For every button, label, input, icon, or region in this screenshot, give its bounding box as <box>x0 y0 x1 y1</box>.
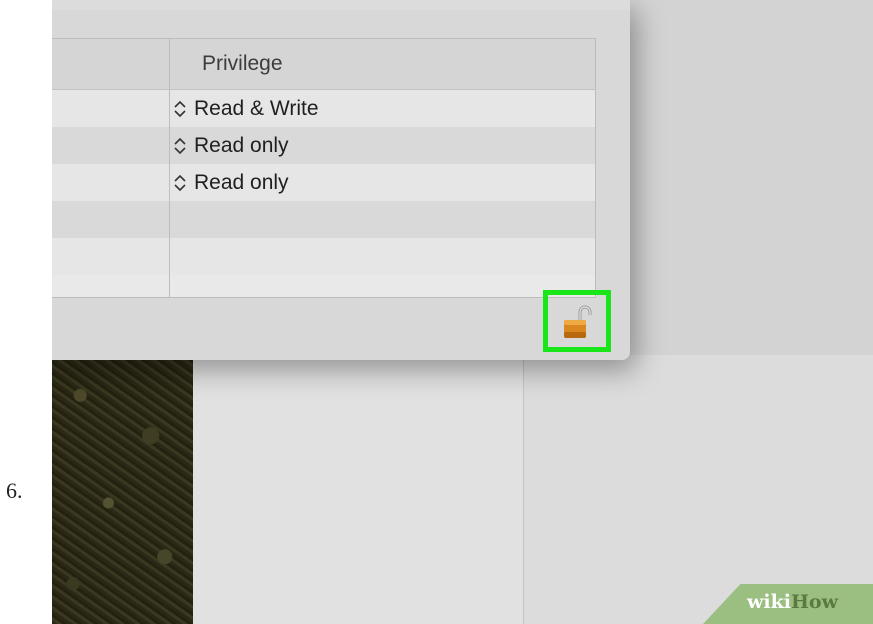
privilege-cell[interactable]: Read only <box>172 132 289 160</box>
finder-window-pane <box>193 355 523 624</box>
table-row[interactable]: Read & Write <box>52 90 595 127</box>
table-row <box>52 238 595 275</box>
privilege-cell[interactable]: Read only <box>172 169 289 197</box>
dialog-topbar <box>52 0 630 10</box>
up-down-chevron-icon[interactable] <box>172 99 188 119</box>
up-down-chevron-icon[interactable] <box>172 173 188 193</box>
privilege-value: Read & Write <box>194 97 319 120</box>
table-row[interactable]: Read only <box>52 164 595 201</box>
wikihow-logo-how: How <box>790 591 838 613</box>
sharing-permissions-table: Privilege Read & Write Read only Read on… <box>52 38 596 298</box>
table-header: Privilege <box>52 39 595 90</box>
screenshot: Privilege Read & Write Read only Read on… <box>52 0 873 624</box>
get-info-dialog: Privilege Read & Write Read only Read on… <box>52 0 630 360</box>
wikihow-logo-text: wikiHow <box>747 591 838 613</box>
up-down-chevron-icon[interactable] <box>172 136 188 156</box>
table-row[interactable]: Read only <box>52 127 595 164</box>
table-row <box>52 201 595 238</box>
privilege-column-header[interactable]: Privilege <box>202 52 283 76</box>
step-number: 6. <box>6 478 23 503</box>
column-divider <box>169 39 170 297</box>
unlocked-padlock-icon[interactable] <box>558 303 596 341</box>
lock-highlight-box <box>543 290 611 352</box>
wikihow-logo-wiki: wiki <box>747 591 791 613</box>
finder-window-pane-right <box>523 355 873 624</box>
privilege-value: Read only <box>194 134 289 157</box>
desktop-wallpaper <box>52 355 193 624</box>
privilege-cell[interactable]: Read & Write <box>172 95 319 123</box>
privilege-value: Read only <box>194 171 289 194</box>
